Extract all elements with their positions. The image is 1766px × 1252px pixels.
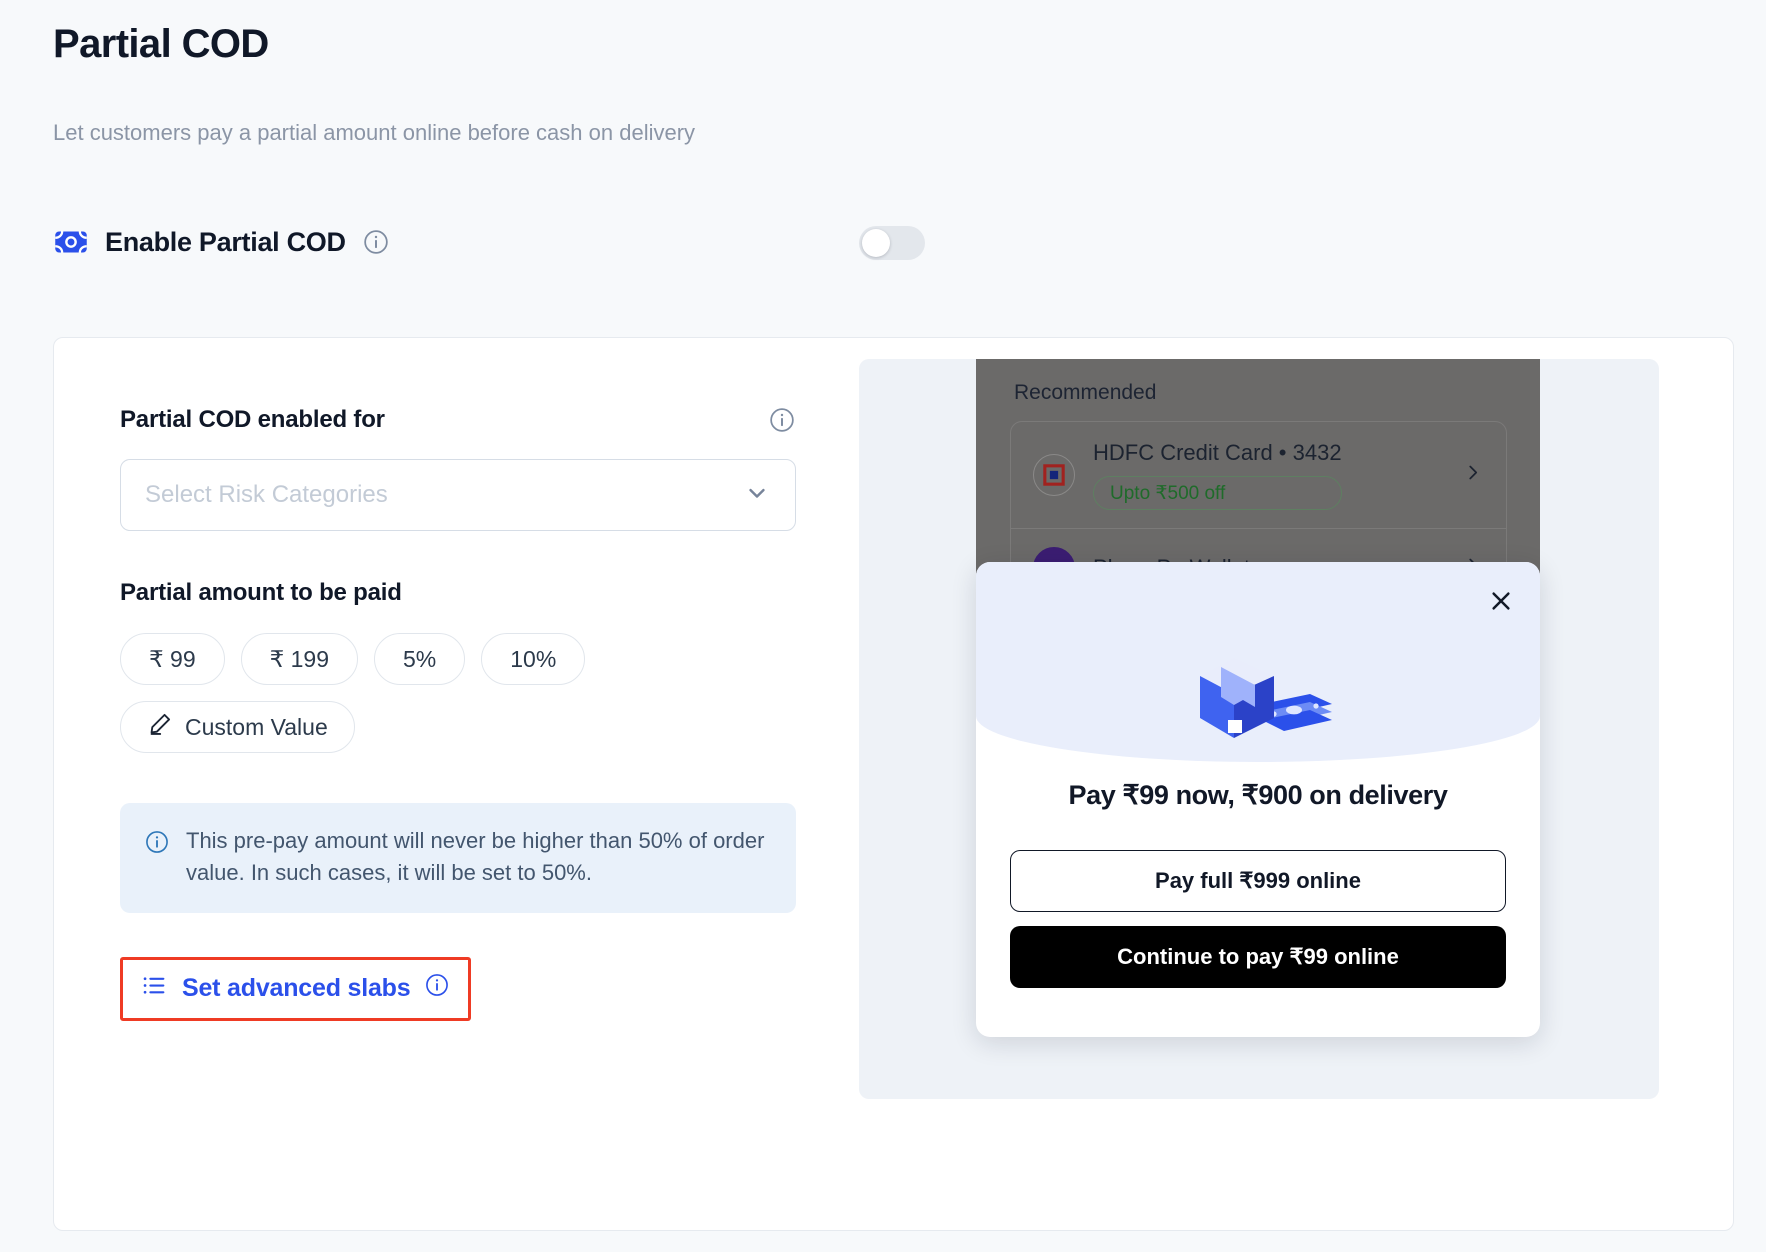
risk-categories-select[interactable]: Select Risk Categories — [120, 459, 796, 531]
amount-chip-199[interactable]: ₹ 199 — [240, 633, 359, 685]
set-advanced-slabs-label: Set advanced slabs — [182, 974, 411, 1003]
prepay-cap-note-text: This pre-pay amount will never be higher… — [186, 828, 765, 885]
risk-category-label: Partial COD enabled for — [120, 406, 385, 433]
list-bullet-icon — [141, 972, 168, 1006]
risk-categories-placeholder: Select Risk Categories — [145, 481, 388, 508]
set-advanced-slabs-link[interactable]: Set advanced slabs — [141, 972, 450, 1006]
payment-method-name: HDFC Credit Card • 3432 — [1093, 440, 1342, 465]
payment-method-row[interactable]: HDFC Credit Card • 3432 Upto ₹500 off — [1011, 422, 1506, 528]
enable-partial-cod-label: Enable Partial COD — [105, 226, 346, 257]
chevron-down-icon — [743, 479, 771, 512]
partial-amount-chip-group: ₹ 99 ₹ 199 5% 10% Custom Value — [120, 633, 680, 753]
info-circle-icon[interactable] — [768, 406, 796, 434]
continue-to-pay-partial-button[interactable]: Continue to pay ₹99 online — [1010, 926, 1506, 988]
pencil-edit-icon — [147, 711, 173, 743]
amount-chip-99[interactable]: ₹ 99 — [120, 633, 225, 685]
payment-method-offer-badge: Upto ₹500 off — [1093, 476, 1342, 510]
recommended-section-title: Recommended — [1014, 381, 1157, 404]
amount-chip-5-percent[interactable]: 5% — [374, 633, 466, 685]
custom-value-button[interactable]: Custom Value — [120, 701, 355, 753]
partial-cod-preview-modal: Pay ₹99 now, ₹900 on delivery Pay full ₹… — [976, 562, 1540, 1037]
enable-partial-cod-toggle[interactable] — [859, 226, 925, 260]
info-circle-icon — [144, 829, 170, 889]
partial-cod-settings-page: Partial COD Let customers pay a partial … — [0, 0, 1766, 1252]
prepay-cap-note: This pre-pay amount will never be higher… — [120, 803, 796, 913]
cash-note-icon — [53, 224, 89, 260]
custom-value-label: Custom Value — [185, 713, 328, 740]
modal-title: Pay ₹99 now, ₹900 on delivery — [1068, 780, 1448, 810]
partial-amount-label: Partial amount to be paid — [120, 579, 402, 606]
toggle-knob — [862, 229, 890, 257]
partial-cod-card: Partial COD enabled for Select Risk Cate… — [53, 337, 1734, 1231]
risk-category-field-header: Partial COD enabled for — [120, 406, 796, 434]
info-circle-icon[interactable] — [424, 972, 450, 1005]
page-subtitle: Let customers pay a partial amount onlin… — [53, 120, 696, 145]
hdfc-bank-icon — [1033, 454, 1075, 496]
close-x-icon[interactable] — [1484, 584, 1518, 618]
amount-chip-10-percent[interactable]: 10% — [481, 633, 586, 685]
set-advanced-slabs-highlight: Set advanced slabs — [120, 956, 472, 1021]
page-title: Partial COD — [53, 22, 269, 66]
chevron-right-icon — [1462, 462, 1484, 489]
enable-partial-cod-row: Enable Partial COD — [53, 224, 390, 260]
checkout-preview-panel: Recommended HDFC Credit Card • 3432 Upto… — [859, 359, 1659, 1099]
pay-full-online-button[interactable]: Pay full ₹999 online — [1010, 850, 1506, 912]
settings-left-column: Partial COD enabled for Select Risk Cate… — [120, 406, 810, 1021]
parcel-with-cash-icon — [1166, 640, 1350, 763]
info-circle-icon[interactable] — [362, 228, 390, 256]
